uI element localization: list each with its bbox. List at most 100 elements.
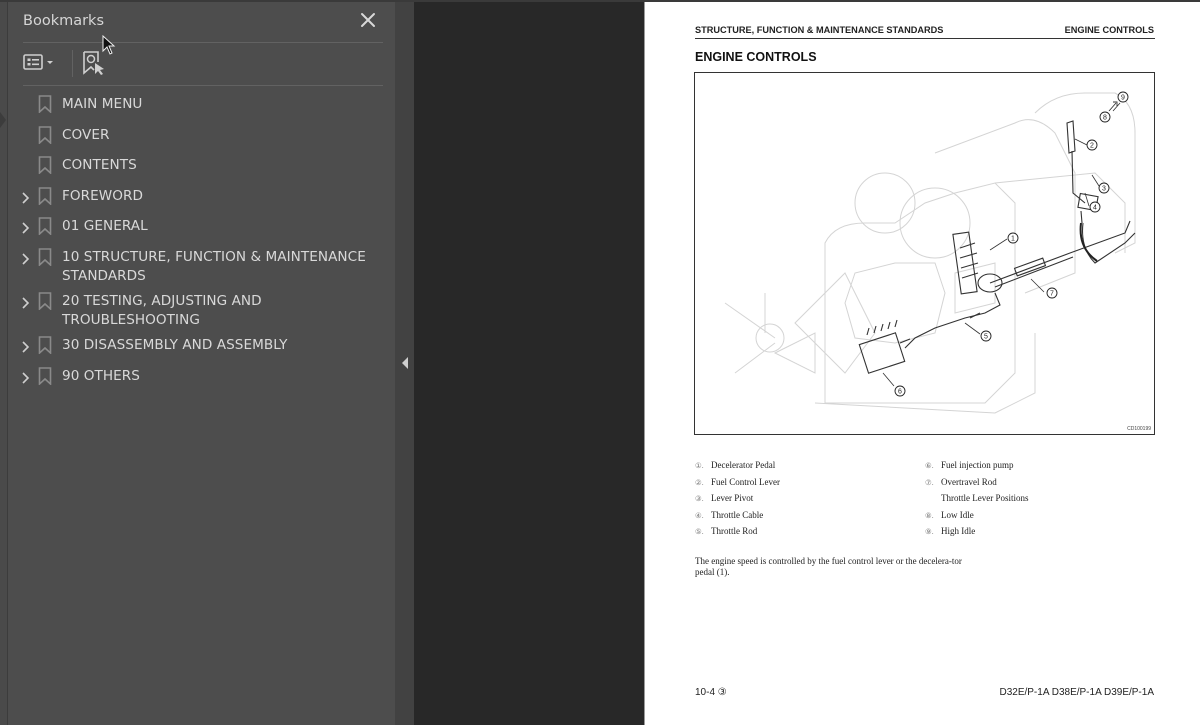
legend-number: ⑦. (925, 477, 934, 487)
bookmark-item[interactable]: 10 STRUCTURE, FUNCTION & MAINTENANCE STA… (8, 243, 395, 287)
bookmarks-panel: Bookmarks MAIN MENU COVER CONTENTS FOREWORD… (8, 2, 395, 725)
bookmark-label: 01 GENERAL (62, 218, 148, 235)
bookmark-label: 30 DISASSEMBLY AND ASSEMBLY (62, 336, 288, 353)
callout-group: 1 2 3 4 5 6 7 8 9 (894, 91, 1129, 397)
bookmark-item[interactable]: FOREWORD (8, 182, 395, 213)
controls-linework (858, 120, 1136, 374)
bookmark-tree: MAIN MENU COVER CONTENTS FOREWORD 01 GENERAL… (8, 90, 395, 392)
body-paragraph: The engine speed is controlled by the fu… (695, 556, 962, 577)
callout-9: 9 (1117, 91, 1129, 103)
svg-text:6: 6 (898, 389, 902, 396)
bookmark-label: 90 OTHERS (62, 367, 140, 384)
callout-8: 8 (1099, 111, 1111, 123)
bookmark-icon (38, 217, 52, 237)
legend-number: ⑧. (925, 510, 934, 520)
bookmark-item[interactable]: 20 TESTING, ADJUSTING AND TROUBLESHOOTIN… (8, 287, 395, 331)
bookmark-icon (38, 156, 52, 175)
list-options-icon (23, 54, 53, 70)
collapse-left-arrow-icon[interactable] (402, 357, 408, 369)
svg-text:1: 1 (1011, 236, 1015, 243)
legend-text: Overtravel Rod (941, 476, 997, 487)
running-header-topic: ENGINE CONTROLS (1064, 25, 1154, 35)
bookmark-item[interactable]: 90 OTHERS (8, 362, 395, 393)
model-numbers: D32E/P-1A D38E/P-1A D39E/P-1A (999, 687, 1154, 698)
bookmark-label: COVER (62, 126, 110, 143)
bookmark-label: MAIN MENU (62, 96, 143, 112)
svg-text:3: 3 (1102, 186, 1106, 193)
legend-text: Throttle Cable (711, 509, 764, 520)
bookmark-icon (38, 95, 52, 114)
legend-number: ⑨. (925, 527, 934, 536)
callout-5: 5 (980, 330, 992, 342)
legend-text: Fuel Control Lever (711, 476, 780, 487)
legend-item: ④. Throttle Cable (695, 510, 780, 527)
figure-code: CD100199 (1127, 426, 1151, 432)
bookmark-options-button[interactable] (23, 52, 59, 74)
legend-number: ⑥. (925, 461, 934, 470)
legend-column-left: ①. Decelerator Pedal ②. Fuel Control Lever ③… (695, 460, 780, 543)
callout-4: 4 (1089, 201, 1101, 213)
chevron-right-icon[interactable] (19, 251, 33, 265)
toolbar-separator (72, 50, 73, 77)
bookmark-item[interactable]: MAIN MENU (8, 90, 395, 121)
divider (23, 42, 383, 43)
svg-text:8: 8 (1103, 115, 1107, 122)
bookmark-icon (38, 292, 52, 311)
legend-item: ③. Lever Pivot (695, 493, 780, 510)
bookmark-item[interactable]: 01 GENERAL (8, 212, 395, 243)
svg-text:4: 4 (1093, 205, 1097, 212)
callout-1: 1 (1007, 232, 1019, 244)
running-header-section: STRUCTURE, FUNCTION & MAINTENANCE STANDA… (695, 25, 944, 35)
bookmark-item[interactable]: CONTENTS (8, 151, 395, 182)
bookmark-label: 10 STRUCTURE, FUNCTION & MAINTENANCE STA… (62, 248, 366, 285)
bookmark-label: 20 TESTING, ADJUSTING AND TROUBLESHOOTIN… (62, 292, 262, 329)
svg-text:9: 9 (1121, 95, 1125, 102)
bookmark-item[interactable]: 30 DISASSEMBLY AND ASSEMBLY (8, 331, 395, 362)
navigation-pane-strip (0, 0, 8, 725)
header-rule (695, 38, 1155, 39)
chevron-right-icon[interactable] (19, 295, 33, 309)
direction-arrow-icon (1108, 101, 1118, 112)
bookmark-label: CONTENTS (62, 157, 137, 174)
legend-column-right: ⑥. Fuel injection pump ⑦. Overtravel Rod Thr… (925, 460, 1029, 543)
legend-number: ④. (695, 510, 704, 520)
engine-controls-diagram: 1 2 3 4 5 6 7 8 9 CD100199 (694, 72, 1155, 435)
document-page: STRUCTURE, FUNCTION & MAINTENANCE STANDA… (644, 2, 1200, 725)
bookmark-label: FOREWORD (62, 187, 144, 204)
panel-splitter[interactable] (395, 2, 414, 725)
callout-2: 2 (1086, 139, 1098, 151)
legend-text: High Idle (941, 526, 976, 536)
chevron-right-icon[interactable] (19, 370, 33, 384)
legend-item: ①. Decelerator Pedal (695, 460, 780, 477)
page-number: 10-4 ③ (695, 687, 727, 698)
legend-item: ⑦. Overtravel Rod (925, 477, 1029, 494)
expander-placeholder (19, 159, 33, 173)
chevron-right-icon[interactable] (19, 190, 33, 204)
window-top-edge (0, 0, 1200, 2)
bookmark-icon (38, 125, 52, 145)
bookmark-icon (38, 186, 52, 206)
legend-text: Decelerator Pedal (711, 460, 776, 470)
callout-3: 3 (1098, 182, 1110, 194)
diagram-illustration: 1 2 3 4 5 6 7 8 9 (724, 91, 1136, 414)
legend-item: ②. Fuel Control Lever (695, 477, 780, 494)
document-background (414, 2, 644, 725)
legend-number (925, 493, 941, 510)
svg-text:5: 5 (984, 334, 988, 341)
chevron-right-icon[interactable] (19, 339, 33, 353)
callout-7: 7 (1046, 287, 1058, 299)
legend-number: ①. (695, 461, 704, 470)
expander-placeholder (19, 129, 33, 143)
close-panel-button[interactable] (358, 10, 378, 30)
svg-text:7: 7 (1050, 291, 1054, 298)
legend-item: ⑨. High Idle (925, 526, 1029, 543)
engine-outline-ghost (724, 92, 1136, 414)
chevron-right-icon[interactable] (19, 220, 33, 234)
bookmark-icon (38, 366, 52, 386)
mouse-pointer-icon (102, 35, 116, 55)
bookmark-item[interactable]: COVER (8, 121, 395, 152)
legend-number: ⑤. (695, 527, 704, 536)
legend-item: ⑤. Throttle Rod (695, 526, 780, 543)
legend-number: ③. (695, 494, 704, 503)
legend-text: Throttle Lever Positions (941, 493, 1029, 503)
